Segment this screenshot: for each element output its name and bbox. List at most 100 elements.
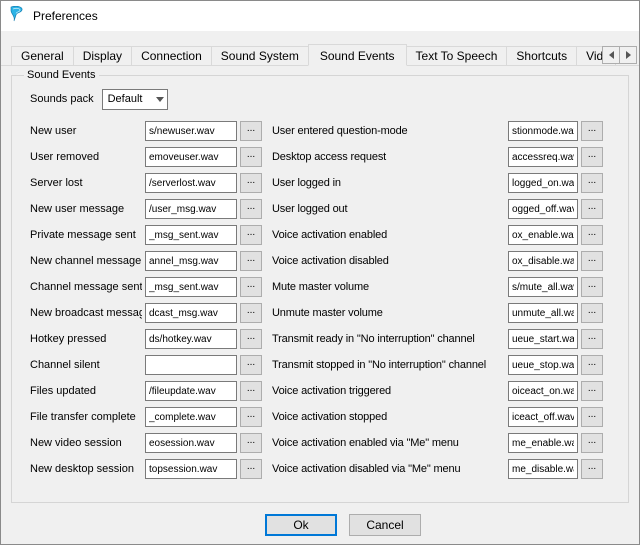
event-label-desktop-access: Desktop access request <box>265 151 505 163</box>
event-file-input[interactable] <box>145 355 237 375</box>
event-file-input[interactable] <box>508 173 578 193</box>
left-arrow-icon <box>609 51 614 59</box>
event-file-input[interactable] <box>145 199 237 219</box>
browse-button[interactable]: ... <box>581 251 603 271</box>
event-file-input[interactable] <box>145 225 237 245</box>
table-row: New user ... User entered question-mode … <box>20 118 620 144</box>
event-file-input[interactable] <box>145 121 237 141</box>
browse-button[interactable]: ... <box>240 381 262 401</box>
event-label-new-desktop-session: New desktop session <box>30 463 142 475</box>
browse-button[interactable]: ... <box>581 277 603 297</box>
table-row: Channel silent ... Transmit stopped in "… <box>20 352 620 378</box>
tab-shortcuts[interactable]: Shortcuts <box>506 46 577 65</box>
browse-button[interactable]: ... <box>240 459 262 479</box>
browse-button[interactable]: ... <box>581 459 603 479</box>
tab-connection[interactable]: Connection <box>131 46 212 65</box>
event-label-vox-disabled: Voice activation disabled <box>265 255 505 267</box>
browse-button[interactable]: ... <box>581 121 603 141</box>
browse-button[interactable]: ... <box>581 433 603 453</box>
browse-button[interactable]: ... <box>581 173 603 193</box>
event-file-input[interactable] <box>145 329 237 349</box>
event-file-input[interactable] <box>508 381 578 401</box>
sound-events-list: New user ... User entered question-mode … <box>20 118 620 482</box>
event-label-new-user-message: New user message <box>30 203 142 215</box>
event-label-new-user: New user <box>30 125 142 137</box>
tab-sound-system[interactable]: Sound System <box>211 46 309 65</box>
browse-button[interactable]: ... <box>240 199 262 219</box>
tab-scroll-right-button[interactable] <box>619 46 637 64</box>
browse-button[interactable]: ... <box>581 355 603 375</box>
tab-text-to-speech[interactable]: Text To Speech <box>406 46 508 65</box>
browse-button[interactable]: ... <box>240 251 262 271</box>
event-label-files-updated: Files updated <box>30 385 142 397</box>
event-file-input[interactable] <box>508 199 578 219</box>
event-file-input[interactable] <box>508 459 578 479</box>
preferences-window: Preferences General Display Connection S… <box>0 0 640 545</box>
chevron-down-icon <box>156 97 164 102</box>
event-file-input[interactable] <box>508 329 578 349</box>
sounds-pack-value: Default <box>108 93 143 105</box>
event-label-channel-silent: Channel silent <box>30 359 142 371</box>
browse-button[interactable]: ... <box>240 225 262 245</box>
titlebar[interactable]: Preferences <box>1 1 639 31</box>
sounds-pack-row: Sounds pack Default <box>30 88 620 110</box>
sounds-pack-select[interactable]: Default <box>102 89 168 110</box>
event-file-input[interactable] <box>145 407 237 427</box>
browse-button[interactable]: ... <box>581 329 603 349</box>
browse-button[interactable]: ... <box>240 407 262 427</box>
event-label-question-mode: User entered question-mode <box>265 125 505 137</box>
browse-button[interactable]: ... <box>581 147 603 167</box>
event-file-input[interactable] <box>508 355 578 375</box>
sounds-pack-label: Sounds pack <box>30 93 94 105</box>
tab-display[interactable]: Display <box>73 46 132 65</box>
event-label-server-lost: Server lost <box>30 177 142 189</box>
cancel-button[interactable]: Cancel <box>349 514 421 536</box>
event-file-input[interactable] <box>508 225 578 245</box>
event-file-input[interactable] <box>145 173 237 193</box>
event-file-input[interactable] <box>145 147 237 167</box>
event-file-input[interactable] <box>508 277 578 297</box>
table-row: Private message sent ... Voice activatio… <box>20 222 620 248</box>
event-label-mute-master: Mute master volume <box>265 281 505 293</box>
browse-button[interactable]: ... <box>240 433 262 453</box>
event-label-vox-stopped: Voice activation stopped <box>265 411 505 423</box>
event-label-file-transfer-complete: File transfer complete <box>30 411 142 423</box>
event-file-input[interactable] <box>145 459 237 479</box>
event-file-input[interactable] <box>508 121 578 141</box>
event-file-input[interactable] <box>145 303 237 323</box>
browse-button[interactable]: ... <box>581 225 603 245</box>
browse-button[interactable]: ... <box>581 303 603 323</box>
tab-general[interactable]: General <box>11 46 74 65</box>
event-file-input[interactable] <box>145 251 237 271</box>
browse-button[interactable]: ... <box>240 303 262 323</box>
event-file-input[interactable] <box>145 277 237 297</box>
event-file-input[interactable] <box>145 433 237 453</box>
event-file-input[interactable] <box>508 407 578 427</box>
event-label-user-removed: User removed <box>30 151 142 163</box>
browse-button[interactable]: ... <box>240 173 262 193</box>
right-arrow-icon <box>626 51 631 59</box>
browse-button[interactable]: ... <box>581 381 603 401</box>
browse-button[interactable]: ... <box>240 147 262 167</box>
browse-button[interactable]: ... <box>581 199 603 219</box>
event-label-new-video-session: New video session <box>30 437 142 449</box>
event-label-channel-message-sent: Channel message sent <box>30 281 142 293</box>
browse-button[interactable]: ... <box>240 355 262 375</box>
ok-button[interactable]: Ok <box>265 514 337 536</box>
window-title: Preferences <box>33 9 98 23</box>
browse-button[interactable]: ... <box>240 121 262 141</box>
event-label-new-broadcast-message: New broadcast message <box>30 307 142 319</box>
browse-button[interactable]: ... <box>581 407 603 427</box>
event-file-input[interactable] <box>508 251 578 271</box>
table-row: Server lost ... User logged in ... <box>20 170 620 196</box>
event-file-input[interactable] <box>145 381 237 401</box>
event-file-input[interactable] <box>508 433 578 453</box>
event-file-input[interactable] <box>508 147 578 167</box>
event-label-logged-out: User logged out <box>265 203 505 215</box>
tab-scroll-left-button[interactable] <box>602 46 620 64</box>
tab-sound-events[interactable]: Sound Events <box>308 44 407 66</box>
browse-button[interactable]: ... <box>240 277 262 297</box>
tab-scroll-control <box>602 46 637 64</box>
event-file-input[interactable] <box>508 303 578 323</box>
browse-button[interactable]: ... <box>240 329 262 349</box>
